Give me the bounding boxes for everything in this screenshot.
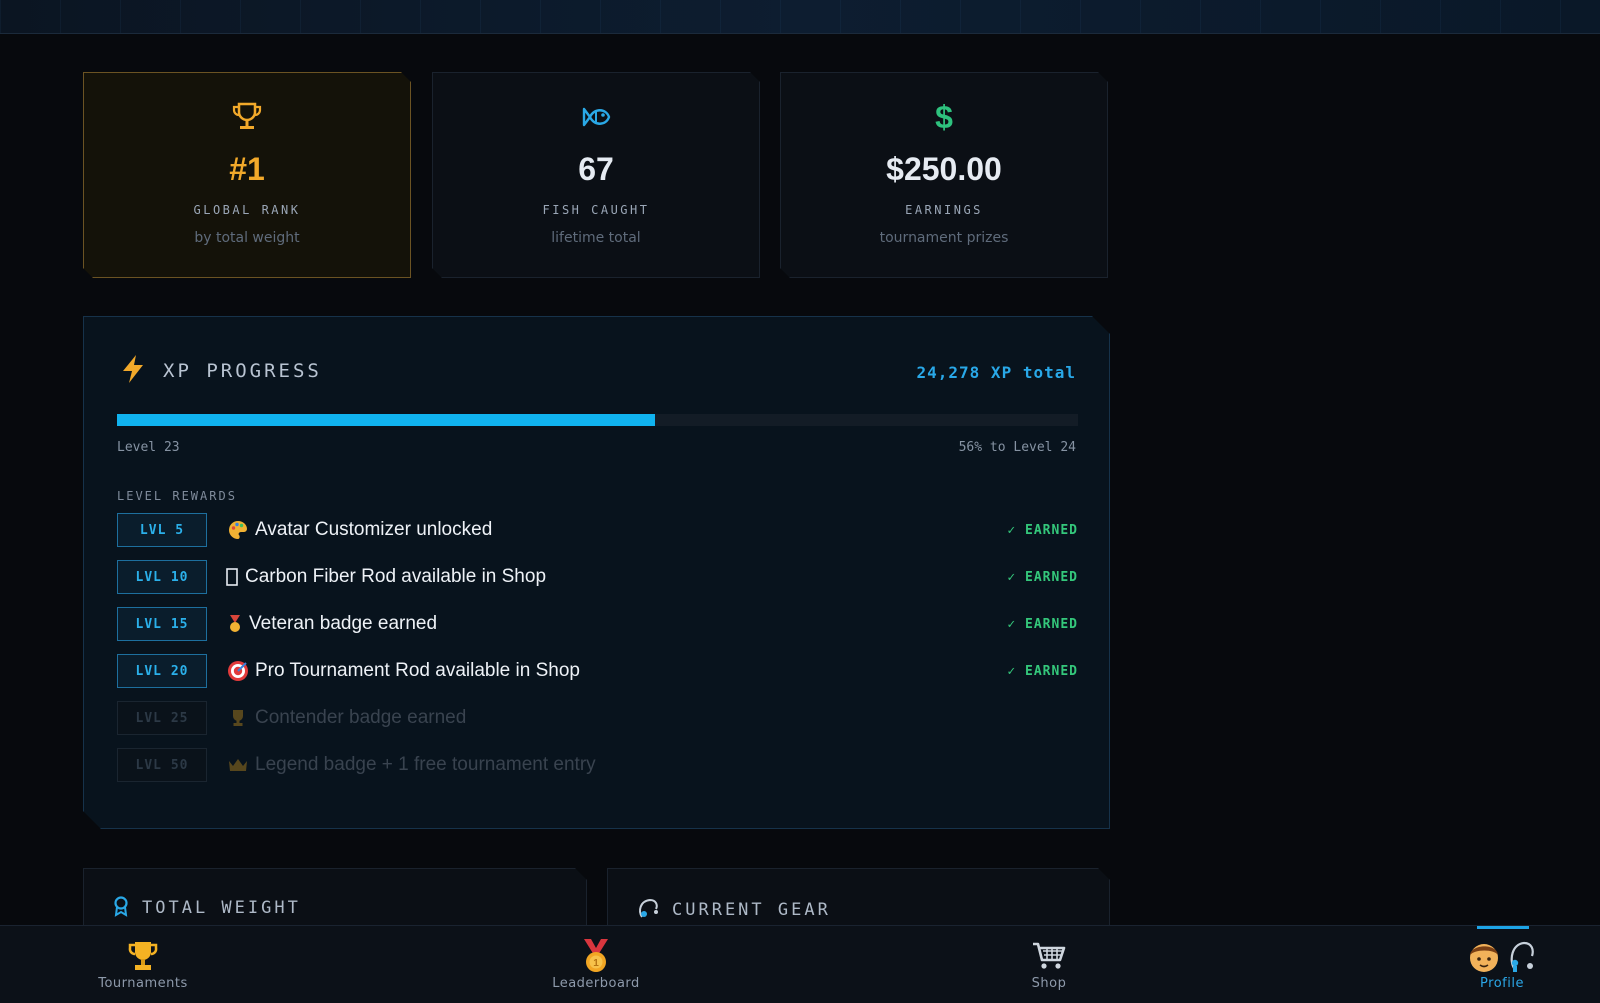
reward-text: Pro Tournament Rod available in Shop — [255, 660, 580, 681]
earnings-value: $250.00 — [886, 151, 1002, 187]
earnings-card: $ $250.00 EARNINGS tournament prizes — [780, 72, 1108, 278]
nav-leaderboard[interactable]: 1 Leaderboard — [526, 926, 666, 1003]
reward-text: Contender badge earned — [255, 707, 467, 728]
target-icon — [227, 660, 249, 682]
xp-progress-fill — [117, 414, 655, 426]
current-gear-card: CURRENT GEAR — [607, 868, 1110, 928]
earnings-label: EARNINGS — [905, 203, 983, 217]
reward-row-lvl-10: LVL 10 Carbon Fiber Rod available in Sho… — [117, 559, 1078, 595]
nav-label: Tournaments — [98, 976, 188, 991]
reward-row-lvl-25: LVL 25 Contender badge earned — [117, 700, 1078, 736]
reward-level-badge: LVL 15 — [117, 607, 207, 641]
reward-row-lvl-50: LVL 50 Legend badge + 1 free tournament … — [117, 747, 1078, 783]
nav-tournaments[interactable]: Tournaments — [73, 926, 213, 1003]
nav-label: Leaderboard — [552, 976, 640, 991]
fish-caught-subtext: lifetime total — [551, 230, 641, 246]
earned-status: ✓ EARNED — [1007, 616, 1078, 632]
reward-row-lvl-20: LVL 20 Pro Tournament Rod available in S… — [117, 653, 1078, 689]
current-level-label: Level 23 — [117, 440, 180, 455]
reward-row-lvl-15: LVL 15 Veteran badge earned ✓ EARNED — [117, 606, 1078, 642]
earned-status: ✓ EARNED — [1007, 522, 1078, 538]
reward-text: Avatar Customizer unlocked — [255, 519, 493, 540]
reward-level-badge: LVL 20 — [117, 654, 207, 688]
global-rank-value: #1 — [229, 151, 265, 187]
xp-progress-title: XP PROGRESS — [163, 360, 322, 382]
dollar-icon: $ — [781, 99, 1107, 135]
trophy-icon — [73, 938, 213, 974]
fish-caught-value: 67 — [578, 151, 614, 187]
reward-text: Legend badge + 1 free tournament entry — [255, 754, 596, 775]
ribbon-icon — [112, 895, 130, 921]
xp-progress-panel: XP PROGRESS 24,278 XP total Level 23 56%… — [83, 316, 1110, 829]
total-weight-card: TOTAL WEIGHT — [83, 868, 587, 928]
global-rank-subtext: by total weight — [194, 230, 300, 246]
medal-icon — [227, 613, 243, 635]
nav-label: Shop — [1031, 976, 1067, 991]
total-weight-title: TOTAL WEIGHT — [142, 898, 301, 918]
medal-icon: 1 — [526, 938, 666, 974]
fishing-rod-icon — [636, 897, 660, 923]
crown-icon — [227, 754, 249, 776]
xp-total: 24,278 XP total — [916, 363, 1076, 382]
global-rank-card: #1 GLOBAL RANK by total weight — [83, 72, 411, 278]
earned-status: ✓ EARNED — [1007, 663, 1078, 679]
rod-icon — [225, 566, 239, 588]
nav-label: Profile — [1480, 976, 1524, 991]
earned-status: ✓ EARNED — [1007, 569, 1078, 585]
current-gear-title: CURRENT GEAR — [672, 900, 831, 920]
nav-profile[interactable]: Profile — [1432, 926, 1572, 1003]
reward-text: Veteran badge earned — [249, 613, 438, 634]
reward-level-badge: LVL 5 — [117, 513, 207, 547]
trophy-icon — [227, 707, 249, 729]
top-header-bar — [0, 0, 1600, 34]
reward-text: Carbon Fiber Rod available in Shop — [245, 566, 547, 587]
svg-text:1: 1 — [593, 958, 599, 969]
bottom-navigation: Tournaments 1 Leaderboard Shop Profile — [0, 925, 1600, 1003]
palette-icon — [227, 519, 249, 541]
next-level-label: 56% to Level 24 — [958, 440, 1076, 455]
xp-progress-bar — [117, 414, 1078, 426]
trophy-icon — [84, 99, 410, 135]
global-rank-label: GLOBAL RANK — [193, 203, 301, 217]
reward-level-badge: LVL 10 — [117, 560, 207, 594]
lightning-icon — [119, 354, 147, 388]
reward-row-lvl-5: LVL 5 Avatar Customizer unlocked ✓ EARNE… — [117, 512, 1078, 548]
fish-caught-label: FISH CAUGHT — [542, 203, 650, 217]
reward-level-badge: LVL 50 — [117, 748, 207, 782]
svg-text:$: $ — [935, 99, 953, 135]
avatar-icon — [1432, 938, 1572, 974]
xp-progress-header: XP PROGRESS — [119, 355, 322, 387]
cart-icon — [979, 938, 1119, 974]
fish-caught-card: 67 FISH CAUGHT lifetime total — [432, 72, 760, 278]
reward-level-badge: LVL 25 — [117, 701, 207, 735]
level-rewards-title: LEVEL REWARDS — [117, 489, 237, 503]
nav-shop[interactable]: Shop — [979, 926, 1119, 1003]
fish-icon — [433, 99, 759, 135]
earnings-subtext: tournament prizes — [879, 230, 1009, 246]
